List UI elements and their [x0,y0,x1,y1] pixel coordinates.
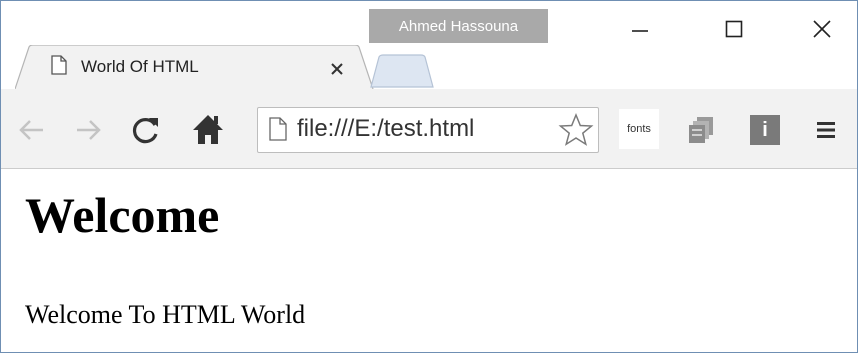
home-icon[interactable] [191,111,225,147]
hamburger-menu-icon[interactable] [811,115,841,145]
forward-arrow-icon[interactable] [71,113,105,147]
tab-title[interactable]: World Of HTML [81,57,199,77]
maximize-button[interactable] [699,7,769,51]
page-paragraph: Welcome To HTML World [25,300,306,329]
profile-badge[interactable]: Ahmed Hassouna [369,9,548,43]
minimize-button[interactable] [605,7,675,51]
back-arrow-icon[interactable] [15,113,49,147]
page-icon [51,55,67,75]
minimize-icon [632,30,648,32]
maximize-icon [725,20,743,38]
url-text[interactable]: file:///E:/test.html [297,111,474,147]
star-icon[interactable] [558,112,594,148]
new-tab-button[interactable] [369,53,435,89]
close-icon[interactable] [327,59,347,79]
close-window-button[interactable] [787,7,857,51]
close-window-icon [813,20,831,38]
reload-icon[interactable] [129,113,163,147]
browser-window: Ahmed Hassouna World Of HTML file:///E:/… [0,0,858,353]
page-heading: Welcome [25,187,220,243]
info-extension-icon[interactable]: i [750,115,780,145]
page-icon [269,117,287,141]
copy-extension-icon[interactable] [685,113,719,147]
fonts-extension[interactable]: fonts [619,109,659,149]
